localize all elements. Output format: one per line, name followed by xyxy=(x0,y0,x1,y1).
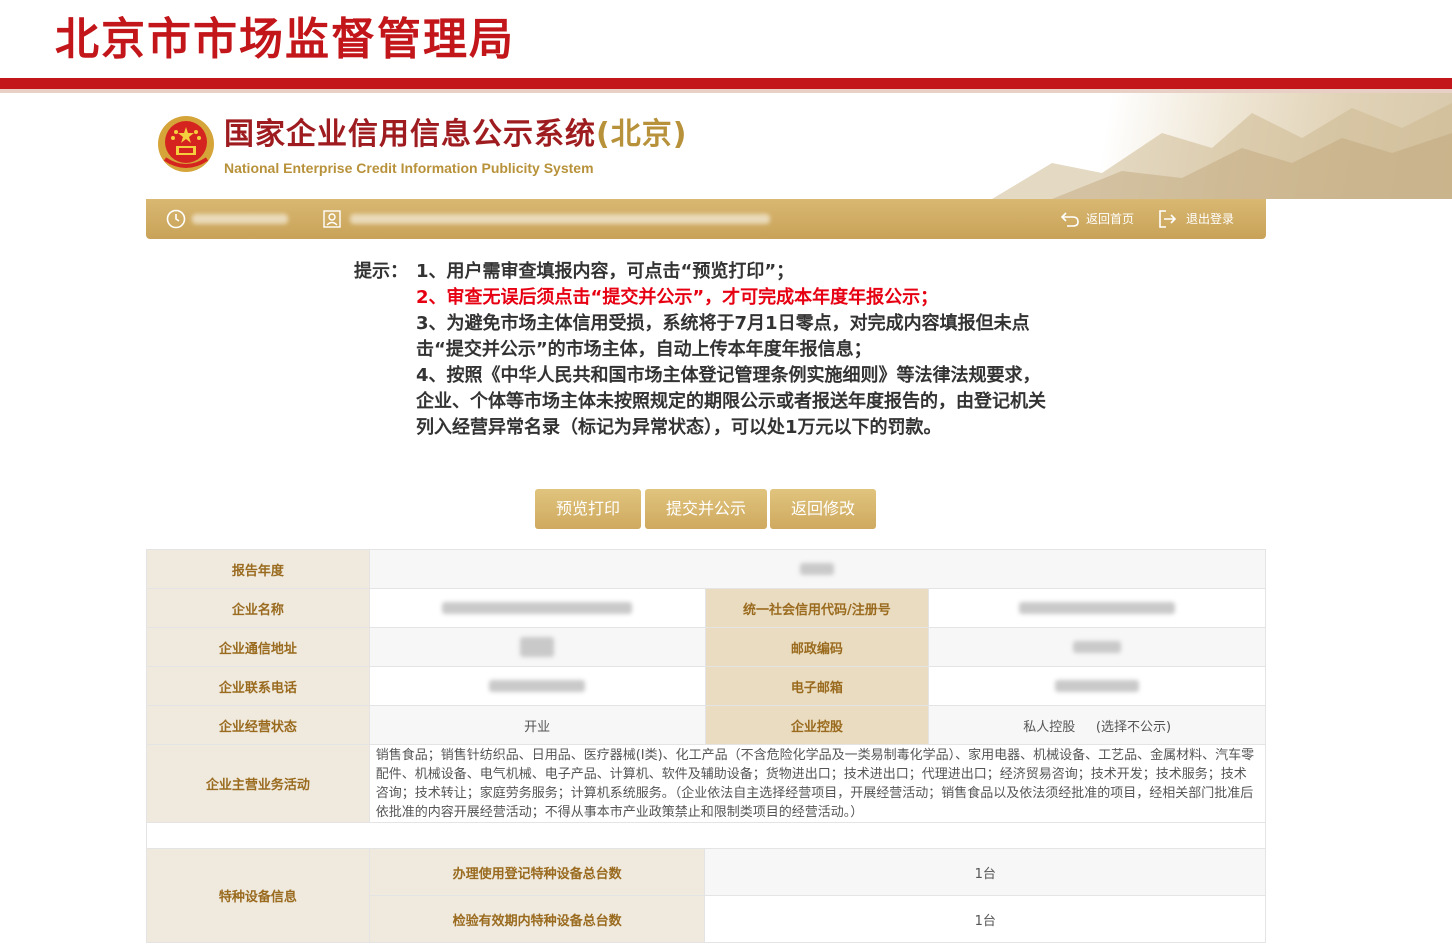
redacted-login-time xyxy=(192,214,288,224)
table-spacer xyxy=(146,822,1266,849)
annual-report-table: 报告年度 企业名称 统一社会信用代码/注册号 企业通信地址 邮政编码 企业联系电… xyxy=(146,549,1267,849)
address-value xyxy=(368,627,706,667)
mountain-background xyxy=(992,93,1452,199)
system-title-suffix: (北京) xyxy=(596,117,688,152)
header-red-bar xyxy=(0,78,1452,89)
notice-label: 提示： xyxy=(354,261,408,282)
submit-publish-button[interactable]: 提交并公示 xyxy=(645,489,767,529)
credit-code-value xyxy=(928,588,1266,628)
system-title: 国家企业信用信息公示系统(北京) xyxy=(224,117,687,153)
credit-code-label: 统一社会信用代码/注册号 xyxy=(704,588,930,628)
notice-items: 1、用户需审查填报内容，可点击“预览打印”； 2、审查无误后须点击“提交并公示”… xyxy=(416,259,1056,441)
user-icon xyxy=(322,209,342,229)
agency-title: 北京市市场监督管理局 xyxy=(55,14,515,65)
mountain-illustration xyxy=(992,103,1452,199)
notice-item-3: 3、为避免市场主体信用受损，系统将于7月1日零点，对完成内容填报但未点击“提交并… xyxy=(416,313,1030,360)
back-edit-button[interactable]: 返回修改 xyxy=(770,489,876,529)
phone-label: 企业联系电话 xyxy=(146,666,370,706)
notice-item-2: 2、审查无误后须点击“提交并公示”，才可完成本年度年报公示； xyxy=(416,287,939,308)
return-home-icon[interactable] xyxy=(1060,209,1080,229)
business-value: 销售食品；销售针纺织品、日用品、医疗器械(I类)、化工产品（不含危险化学品及一类… xyxy=(368,744,1267,823)
user-navbar: 返回首页 退出登录 xyxy=(146,199,1266,239)
table-row: 企业通信地址 邮政编码 xyxy=(146,627,1266,667)
system-banner: 国家企业信用信息公示系统(北京) National Enterprise Cre… xyxy=(0,93,1452,199)
status-value: 开业 xyxy=(368,705,706,745)
system-subtitle: National Enterprise Credit Information P… xyxy=(224,160,594,176)
logout-icon[interactable] xyxy=(1158,209,1178,229)
notice-item-4: 4、按照《中华人民共和国市场主体登记管理条例实施细则》等法律法规要求，企业、个体… xyxy=(416,365,1046,438)
special-equipment-table: 特种设备信息 办理使用登记特种设备总台数 1台 检验有效期内特种设备总台数 1台 xyxy=(146,848,1266,943)
inspected-equipment-value: 1台 xyxy=(704,895,1266,943)
postcode-value xyxy=(928,627,1266,667)
status-label: 企业经营状态 xyxy=(146,705,370,745)
holding-value: 私人控股 (选择不公示) xyxy=(928,705,1266,745)
business-label: 企业主营业务活动 xyxy=(146,744,370,823)
logout-link[interactable]: 退出登录 xyxy=(1186,211,1234,227)
company-name-value xyxy=(368,588,706,628)
holding-note: (选择不公示) xyxy=(1095,719,1172,735)
report-year-value xyxy=(368,549,1267,589)
spacer-cell xyxy=(146,822,1266,849)
registered-equipment-label: 办理使用登记特种设备总台数 xyxy=(368,848,706,896)
registered-equipment-value: 1台 xyxy=(704,848,1266,896)
return-home-link[interactable]: 返回首页 xyxy=(1086,211,1134,227)
table-row: 报告年度 xyxy=(146,549,1267,589)
table-row: 企业名称 统一社会信用代码/注册号 xyxy=(146,588,1266,628)
holding-value-text: 私人控股 xyxy=(1023,719,1076,735)
report-year-label: 报告年度 xyxy=(146,549,370,589)
company-name-label: 企业名称 xyxy=(146,588,370,628)
email-value xyxy=(928,666,1266,706)
postcode-label: 邮政编码 xyxy=(704,627,930,667)
table-row: 企业联系电话 电子邮箱 xyxy=(146,666,1266,706)
table-row: 企业经营状态 开业 企业控股 私人控股 (选择不公示) xyxy=(146,705,1266,745)
phone-value xyxy=(368,666,706,706)
table-row: 特种设备信息 办理使用登记特种设备总台数 1台 xyxy=(146,848,1266,943)
email-label: 电子邮箱 xyxy=(704,666,930,706)
address-label: 企业通信地址 xyxy=(146,627,370,667)
clock-icon xyxy=(166,209,186,229)
inspected-equipment-label: 检验有效期内特种设备总台数 xyxy=(368,895,706,943)
preview-print-button[interactable]: 预览打印 xyxy=(535,489,641,529)
redacted-user-name xyxy=(350,214,770,224)
notice-item-1: 1、用户需审查填报内容，可点击“预览打印”； xyxy=(416,261,795,282)
equipment-section-label: 特种设备信息 xyxy=(146,848,370,943)
holding-label: 企业控股 xyxy=(704,705,930,745)
national-emblem-icon xyxy=(157,115,215,173)
system-title-main: 国家企业信用信息公示系统 xyxy=(224,117,596,152)
table-row: 企业主营业务活动 销售食品；销售针纺织品、日用品、医疗器械(I类)、化工产品（不… xyxy=(146,744,1267,823)
